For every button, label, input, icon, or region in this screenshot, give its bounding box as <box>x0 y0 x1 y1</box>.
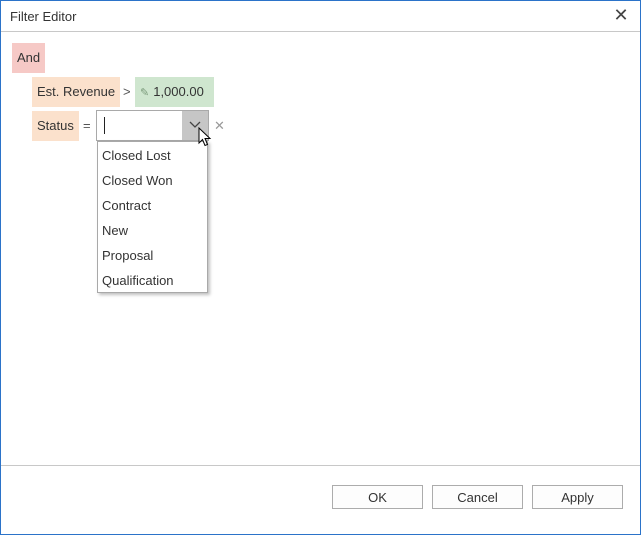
dropdown-option[interactable]: Closed Won <box>98 168 207 193</box>
cancel-button[interactable]: Cancel <box>432 485 523 509</box>
condition-field-status[interactable]: Status <box>32 111 79 141</box>
condition-value-text: 1,000.00 <box>153 84 204 99</box>
status-options-dropdown: Closed Lost Closed Won Contract New Prop… <box>97 141 208 293</box>
apply-button[interactable]: Apply <box>532 485 623 509</box>
condition-field-est-revenue[interactable]: Est. Revenue <box>32 77 121 107</box>
chevron-down-icon <box>189 121 201 128</box>
pencil-icon: ✎ <box>140 87 150 99</box>
text-caret <box>104 117 105 134</box>
title-bar: Filter Editor ✕ <box>1 1 640 32</box>
window-title: Filter Editor <box>10 9 77 24</box>
filter-tree-area: And Est. Revenue > ✎ 1,000.00 Status = ✕ … <box>1 32 640 465</box>
ok-button[interactable]: OK <box>332 485 423 509</box>
dropdown-option[interactable]: Contract <box>98 193 207 218</box>
dialog-footer: OK Cancel Apply <box>1 466 640 534</box>
dropdown-option[interactable]: Qualification <box>98 268 207 293</box>
dropdown-toggle-button[interactable] <box>182 111 208 140</box>
condition-operator-equals[interactable]: = <box>83 111 91 141</box>
status-value-combobox[interactable] <box>96 110 209 141</box>
dropdown-option[interactable]: Proposal <box>98 243 207 268</box>
condition-operator-greater[interactable]: > <box>123 77 131 107</box>
status-value-input[interactable] <box>97 111 187 140</box>
filter-editor-window: Filter Editor ✕ And Est. Revenue > ✎ 1,00… <box>0 0 641 535</box>
dropdown-option[interactable]: Closed Lost <box>98 143 207 168</box>
group-operator-chip[interactable]: And <box>12 43 46 73</box>
condition-value-est-revenue[interactable]: ✎ 1,000.00 <box>135 77 214 107</box>
dropdown-option[interactable]: New <box>98 218 207 243</box>
remove-condition-icon[interactable]: ✕ <box>214 118 225 134</box>
close-icon[interactable]: ✕ <box>610 5 632 27</box>
